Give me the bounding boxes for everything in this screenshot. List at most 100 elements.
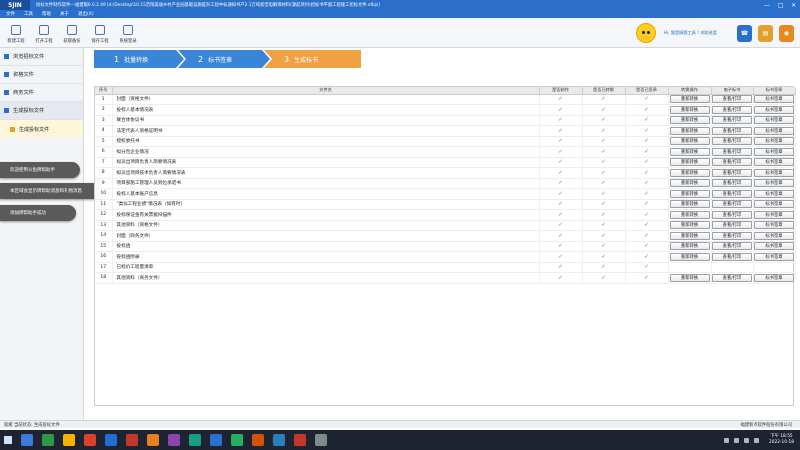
menu-file[interactable]: 文件	[6, 11, 15, 17]
close-button[interactable]: ✕	[791, 2, 796, 9]
user-greeting[interactable]: Hi, 我是搞题工具 ! 求助进度	[664, 30, 717, 36]
new-project-button[interactable]: 新建工程	[2, 21, 30, 47]
sign-button[interactable]: 标书签章	[754, 116, 794, 125]
sign-button[interactable]: 标书签章	[754, 200, 794, 209]
app-icon[interactable]	[272, 434, 285, 446]
view-print-button[interactable]: 查看/打印	[712, 168, 752, 177]
step-batch-convert[interactable]: 1 批量转换	[94, 50, 184, 68]
view-print-button[interactable]: 查看/打印	[712, 179, 752, 188]
app-icon[interactable]	[251, 434, 264, 446]
app-icon[interactable]	[314, 434, 327, 446]
step-generate[interactable]: 3 生成标书	[264, 50, 361, 68]
app-icon[interactable]	[188, 434, 201, 446]
view-print-button[interactable]: 查看/打印	[712, 231, 752, 240]
tray-icon[interactable]	[724, 437, 730, 443]
view-print-button[interactable]: 查看/打印	[712, 252, 752, 261]
reconvert-button[interactable]: 重新转换	[669, 179, 710, 188]
sign-button[interactable]: 标书签章	[754, 242, 794, 251]
menu-exit[interactable]: 退出(X)	[78, 11, 94, 17]
sign-button[interactable]: 标书签章	[754, 95, 794, 104]
sign-button[interactable]: 标书签章	[754, 105, 794, 114]
menu-help[interactable]: 帮助	[42, 11, 51, 17]
volume-icon[interactable]	[754, 437, 760, 443]
view-print-button[interactable]: 查看/打印	[712, 95, 752, 104]
sign-button[interactable]: 标书签章	[754, 221, 794, 230]
app-icon[interactable]	[230, 434, 243, 446]
view-print-button[interactable]: 查看/打印	[712, 273, 752, 282]
sign-button[interactable]: 标书签章	[754, 231, 794, 240]
sidebar-item-generate[interactable]: 生成投标文件	[0, 102, 83, 120]
wifi-icon[interactable]	[744, 437, 750, 443]
edge-icon[interactable]	[104, 434, 117, 446]
view-print-button[interactable]: 查看/打印	[712, 189, 752, 198]
app-icon[interactable]	[125, 434, 138, 446]
maximize-button[interactable]: □	[778, 2, 784, 9]
browser-icon[interactable]	[83, 434, 96, 446]
folder-icon[interactable]	[62, 434, 75, 446]
sign-button[interactable]: 标书签章	[754, 210, 794, 219]
reconvert-button[interactable]: 重新转换	[669, 210, 710, 219]
reconvert-button[interactable]: 重新转换	[669, 95, 710, 104]
helper-tip[interactable]: 添加牌帮助手成功	[0, 205, 76, 221]
menu-tools[interactable]: 工具	[24, 11, 33, 17]
sidebar-subitem-generate[interactable]: 生成投标文件	[0, 120, 83, 138]
notice-button[interactable]: ◉	[779, 24, 794, 42]
reconvert-button[interactable]: 重新转换	[669, 231, 710, 240]
tray-icon[interactable]	[734, 437, 740, 443]
reconvert-button[interactable]: 重新转换	[669, 200, 710, 209]
backup-button[interactable]: 获取备份	[58, 21, 86, 47]
reconvert-button[interactable]: 重新转换	[669, 252, 710, 261]
open-project-button[interactable]: 打开工程	[30, 21, 58, 47]
sign-button[interactable]: 标书签章	[754, 168, 794, 177]
sign-button[interactable]: 标书签章	[754, 137, 794, 146]
reconvert-button[interactable]: 重新转换	[669, 158, 710, 167]
view-print-button[interactable]: 查看/打印	[712, 210, 752, 219]
app-icon[interactable]	[146, 434, 159, 446]
view-print-button[interactable]: 查看/打印	[712, 147, 752, 156]
view-print-button[interactable]: 查看/打印	[712, 137, 752, 146]
sidebar-item-qualification[interactable]: 资格文件	[0, 66, 83, 84]
reconvert-button[interactable]: 重新转换	[669, 105, 710, 114]
reconvert-button[interactable]: 重新转换	[669, 242, 710, 251]
reconvert-button[interactable]: 重新转换	[669, 189, 710, 198]
wechat-icon[interactable]	[41, 434, 54, 446]
reconvert-button[interactable]: 重新转换	[669, 126, 710, 135]
sign-button[interactable]: 标书签章	[754, 126, 794, 135]
app-icon[interactable]	[167, 434, 180, 446]
reconvert-button[interactable]: 重新转换	[669, 273, 710, 282]
reconvert-button[interactable]: 重新转换	[669, 168, 710, 177]
sign-button[interactable]: 标书签章	[754, 273, 794, 282]
sign-button[interactable]: 标书签章	[754, 158, 794, 167]
view-print-button[interactable]: 查看/打印	[712, 158, 752, 167]
view-print-button[interactable]: 查看/打印	[712, 116, 752, 125]
search-icon[interactable]	[20, 434, 33, 446]
menu-about[interactable]: 关于	[60, 11, 69, 17]
bid-app-icon[interactable]	[209, 434, 222, 446]
minimize-button[interactable]: —	[764, 2, 770, 9]
view-print-button[interactable]: 查看/打印	[712, 221, 752, 230]
sidebar-item-business[interactable]: 商务文件	[0, 84, 83, 102]
sign-button[interactable]: 标书签章	[754, 189, 794, 198]
guide-button[interactable]: ▤	[758, 24, 773, 42]
mascot-icon[interactable]	[635, 23, 656, 43]
view-print-button[interactable]: 查看/打印	[712, 242, 752, 251]
reconvert-button[interactable]: 重新转换	[669, 116, 710, 125]
sign-button[interactable]: 标书签章	[754, 252, 794, 261]
service-button[interactable]: ☎	[737, 24, 752, 42]
start-button[interactable]	[0, 430, 16, 450]
clock[interactable]: 下午 18:55 2022-10-18	[769, 434, 794, 446]
reconvert-button[interactable]: 重新转换	[669, 221, 710, 230]
system-login-button[interactable]: 系统登录	[114, 21, 142, 47]
sign-button[interactable]: 标书签章	[754, 147, 794, 156]
view-print-button[interactable]: 查看/打印	[712, 105, 752, 114]
view-print-button[interactable]: 查看/打印	[712, 126, 752, 135]
sign-button[interactable]: 标书签章	[754, 179, 794, 188]
reconvert-button[interactable]: 重新转换	[669, 137, 710, 146]
reconvert-button[interactable]: 重新转换	[669, 147, 710, 156]
app-icon[interactable]	[293, 434, 306, 446]
view-print-button[interactable]: 查看/打印	[712, 200, 752, 209]
step-sign[interactable]: 2 标书签章	[178, 50, 270, 68]
save-project-button[interactable]: 保存工程	[86, 21, 114, 47]
sidebar-item-browse[interactable]: 浏览招标文件	[0, 48, 83, 66]
helper-tip[interactable]: 欢迎使用斗鱼牌帮助手	[0, 162, 80, 178]
